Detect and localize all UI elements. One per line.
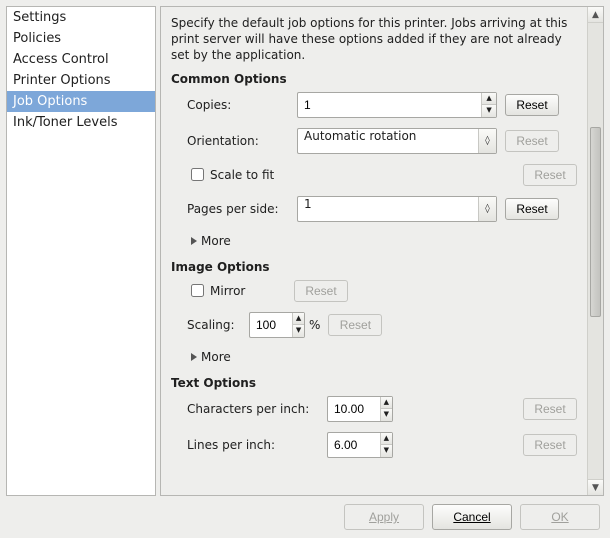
- sidebar-item-policies[interactable]: Policies: [7, 28, 155, 49]
- spin-up-icon[interactable]: ▲: [293, 313, 304, 326]
- scroll-thumb[interactable]: [590, 127, 601, 317]
- common-options-heading: Common Options: [171, 72, 577, 86]
- lpi-input[interactable]: [328, 433, 380, 457]
- spin-down-icon[interactable]: ▼: [381, 445, 392, 457]
- chevron-updown-icon[interactable]: ◊: [478, 129, 496, 153]
- image-options-heading: Image Options: [171, 260, 577, 274]
- copies-input[interactable]: [298, 93, 481, 117]
- scaling-input[interactable]: [250, 313, 292, 337]
- sidebar-item-settings[interactable]: Settings: [7, 7, 155, 28]
- triangle-right-icon: [191, 353, 197, 361]
- spin-up-icon[interactable]: ▲: [381, 433, 392, 446]
- scale-to-fit-reset-button[interactable]: Reset: [523, 164, 577, 186]
- triangle-right-icon: [191, 237, 197, 245]
- sidebar-item-printer-options[interactable]: Printer Options: [7, 70, 155, 91]
- spin-down-icon[interactable]: ▼: [293, 325, 304, 337]
- scroll-down-icon[interactable]: ▼: [588, 479, 603, 495]
- spin-down-icon[interactable]: ▼: [482, 105, 496, 117]
- apply-button[interactable]: Apply: [344, 504, 424, 530]
- orientation-label: Orientation:: [187, 134, 297, 148]
- lpi-reset-button[interactable]: Reset: [523, 434, 577, 456]
- pages-per-side-value: 1: [298, 197, 478, 221]
- cpi-label: Characters per inch:: [187, 402, 327, 416]
- lpi-label: Lines per inch:: [187, 438, 327, 452]
- scale-to-fit-label: Scale to fit: [210, 168, 274, 182]
- common-more-expander[interactable]: More: [191, 234, 231, 248]
- cpi-spinbox[interactable]: ▲ ▼: [327, 396, 393, 422]
- spin-up-icon[interactable]: ▲: [381, 397, 392, 410]
- spin-down-icon[interactable]: ▼: [381, 409, 392, 421]
- mirror-label: Mirror: [210, 284, 288, 298]
- sidebar-item-access-control[interactable]: Access Control: [7, 49, 155, 70]
- ok-button[interactable]: OK: [520, 504, 600, 530]
- sidebar: Settings Policies Access Control Printer…: [6, 6, 156, 496]
- scaling-label: Scaling:: [187, 318, 243, 332]
- pages-per-side-reset-button[interactable]: Reset: [505, 198, 559, 220]
- scaling-spinbox[interactable]: ▲ ▼: [249, 312, 305, 338]
- mirror-checkbox[interactable]: [191, 284, 204, 297]
- orientation-value: Automatic rotation: [298, 129, 478, 153]
- content-pane: Specify the default job options for this…: [161, 7, 587, 495]
- cpi-input[interactable]: [328, 397, 380, 421]
- copies-label: Copies:: [187, 98, 297, 112]
- copies-reset-button[interactable]: Reset: [505, 94, 559, 116]
- chevron-updown-icon[interactable]: ◊: [478, 197, 496, 221]
- copies-spinbox[interactable]: ▲ ▼: [297, 92, 497, 118]
- scaling-reset-button[interactable]: Reset: [328, 314, 382, 336]
- sidebar-item-ink-toner-levels[interactable]: Ink/Toner Levels: [7, 112, 155, 133]
- description-text: Specify the default job options for this…: [171, 15, 577, 64]
- vertical-scrollbar[interactable]: ▲ ▼: [587, 7, 603, 495]
- sidebar-item-job-options[interactable]: Job Options: [7, 91, 155, 112]
- pages-per-side-combo[interactable]: 1 ◊: [297, 196, 497, 222]
- spin-up-icon[interactable]: ▲: [482, 93, 496, 106]
- image-more-expander[interactable]: More: [191, 350, 231, 364]
- cpi-reset-button[interactable]: Reset: [523, 398, 577, 420]
- orientation-combo[interactable]: Automatic rotation ◊: [297, 128, 497, 154]
- pages-per-side-label: Pages per side:: [187, 202, 297, 216]
- scroll-up-icon[interactable]: ▲: [588, 7, 603, 23]
- text-options-heading: Text Options: [171, 376, 577, 390]
- dialog-footer: Apply Cancel OK: [6, 496, 604, 532]
- scaling-suffix: %: [309, 318, 320, 332]
- cancel-button[interactable]: Cancel: [432, 504, 512, 530]
- lpi-spinbox[interactable]: ▲ ▼: [327, 432, 393, 458]
- orientation-reset-button[interactable]: Reset: [505, 130, 559, 152]
- mirror-reset-button[interactable]: Reset: [294, 280, 348, 302]
- scale-to-fit-checkbox[interactable]: [191, 168, 204, 181]
